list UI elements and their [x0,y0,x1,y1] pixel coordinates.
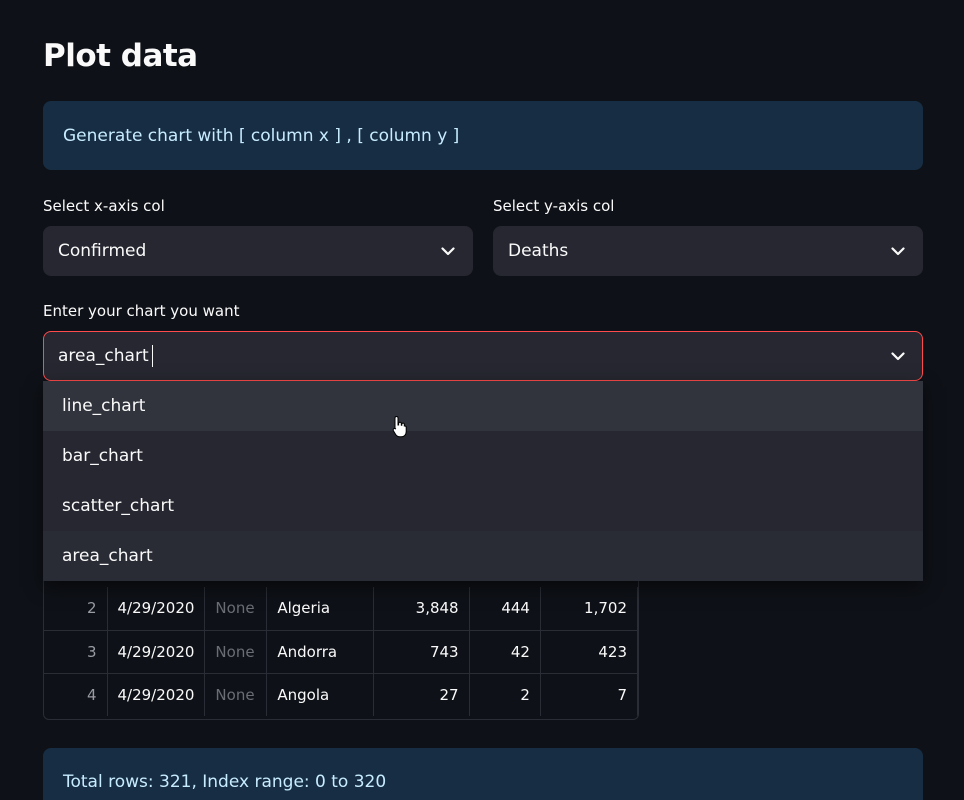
x-axis-select[interactable]: Confirmed [43,226,473,276]
text-caret [151,345,153,367]
table-cell: Algeria [266,587,374,631]
chevron-down-icon [438,241,458,261]
data-table-grid: 2 4/29/2020 None Algeria 3,848 444 1,702… [44,587,638,716]
table-row: 4 4/29/2020 None Angola 27 2 7 [44,673,638,716]
table-cell: None [204,587,268,631]
info-banner: Generate chart with [ column x ] , [ col… [43,101,923,170]
table-cell: None [204,630,268,674]
row-index: 2 [44,587,108,631]
hand-pointer-icon [392,415,408,439]
footer-info-banner: Total rows: 321, Index range: 0 to 320 [43,748,923,800]
table-cell: 3,848 [373,587,470,631]
chart-type-dropdown: line_chart bar_chart scatter_chart area_… [43,381,923,581]
footer-text: Total rows: 321, Index range: 0 to 320 [63,772,387,792]
table-cell: 1,702 [540,587,638,631]
chevron-down-icon [888,241,908,261]
table-row: 3 4/29/2020 None Andorra 743 42 423 [44,630,638,674]
page: Plot data Generate chart with [ column x… [0,0,964,800]
chart-type-label: Enter your chart you want [43,302,240,320]
table-cell: 743 [373,630,470,674]
y-axis-value: Deaths [508,241,569,261]
row-index: 3 [44,630,108,674]
table-cell: Andorra [266,630,374,674]
table-cell: Angola [266,673,374,716]
dropdown-option-line-chart[interactable]: line_chart [43,381,923,431]
chevron-down-icon[interactable] [888,346,908,366]
x-axis-label: Select x-axis col [43,197,165,215]
table-cell: 7 [540,673,638,716]
table-cell: 4/29/2020 [107,630,206,674]
dropdown-option-bar-chart[interactable]: bar_chart [43,431,923,481]
table-cell: 2 [469,673,541,716]
page-title: Plot data [43,38,198,74]
chart-type-input[interactable]: area_chart [58,345,153,367]
table-cell: 423 [540,630,638,674]
dropdown-option-scatter-chart[interactable]: scatter_chart [43,481,923,531]
table-cell: 27 [373,673,470,716]
table-cell: 4/29/2020 [107,673,206,716]
y-axis-select[interactable]: Deaths [493,226,923,276]
table-cell: None [204,673,268,716]
table-cell: 42 [469,630,541,674]
table-cell: 444 [469,587,541,631]
x-axis-value: Confirmed [58,241,147,261]
dropdown-option-area-chart[interactable]: area_chart [43,531,923,581]
table-cell: 4/29/2020 [107,587,206,631]
chart-type-value: area_chart [58,346,149,366]
row-index: 4 [44,673,108,716]
chart-type-select[interactable]: area_chart [43,331,923,381]
y-axis-label: Select y-axis col [493,197,615,215]
table-row: 2 4/29/2020 None Algeria 3,848 444 1,702 [44,587,638,631]
info-text: Generate chart with [ column x ] , [ col… [63,125,460,146]
